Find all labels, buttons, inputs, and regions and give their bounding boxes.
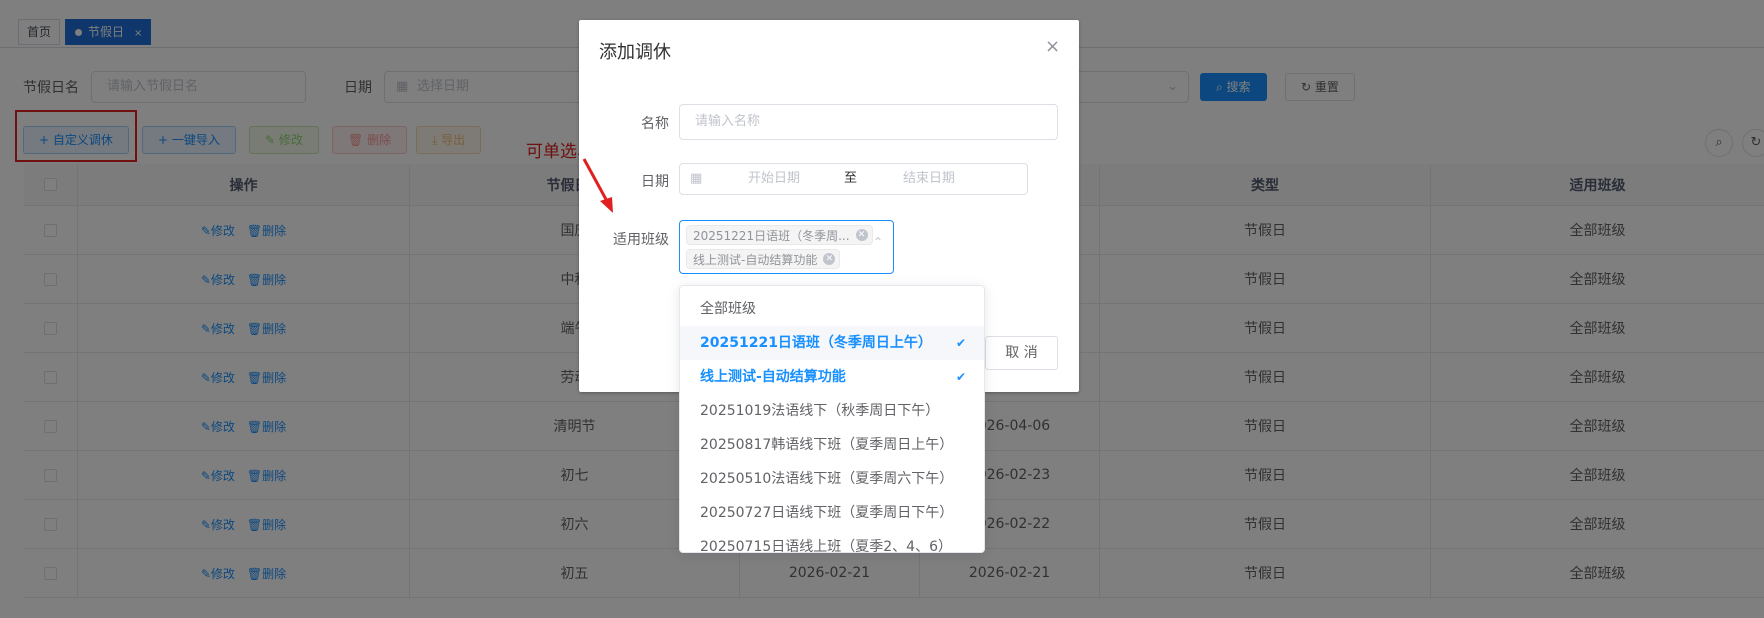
dialog-calendar-icon: ▦ — [690, 171, 703, 186]
dropdown-option[interactable]: 20250817韩语线下班（夏季周日上午） — [680, 428, 984, 462]
dialog-class-label: 适用班级 — [613, 232, 669, 248]
dropdown-option-label: 线上测试-自动结算功能 — [700, 369, 846, 385]
selected-tag: 线上测试-自动结算功能 ✕ — [686, 249, 841, 269]
selected-tag-label: 20251221日语班（冬季周... — [693, 228, 850, 243]
class-dropdown-list: 全部班级 20251221日语班（冬季周日上午） ✔ 线上测试-自动结算功能 ✔ 2025… — [679, 285, 985, 553]
dropdown-option-label: 20250817韩语线下班（夏季周日上午） — [700, 437, 954, 453]
start-date-input[interactable]: 开始日期 — [748, 164, 800, 194]
cancel-button[interactable]: 取 消 — [985, 336, 1058, 370]
selected-tag-label: 线上测试-自动结算功能 — [693, 252, 818, 267]
dropdown-option-label: 全部班级 — [700, 301, 756, 317]
check-icon: ✔ — [955, 370, 966, 384]
chevron-up-icon: ⌃ — [872, 235, 883, 249]
page: 首页 节假日× 节假日名 请输入节假日名 日期 ▦ 选择日期 ⌄ ⌕ 搜索 ↻ … — [0, 0, 1764, 618]
dialog-name-label: 名称 — [641, 116, 669, 132]
close-icon[interactable]: × — [1045, 36, 1060, 57]
dropdown-option[interactable]: 20251019法语线下（秋季周日下午） — [680, 394, 984, 428]
dropdown-option-label: 20250715日语线上班（夏季2、4、6） — [700, 539, 952, 553]
dropdown-option-label: 20251221日语班（冬季周日上午） — [700, 335, 932, 351]
dropdown-option[interactable]: 20250727日语线下班（夏季周日下午） — [680, 496, 984, 530]
class-multi-select[interactable]: 20251221日语班（冬季周... ✕ 线上测试-自动结算功能 ✕ ⌃ — [679, 220, 894, 274]
dialog-title: 添加调休 — [599, 42, 671, 63]
tag-close-icon[interactable]: ✕ — [855, 229, 868, 241]
dialog-date-range[interactable]: ▦ 开始日期 至 结束日期 — [679, 163, 1028, 195]
annotation-arrow-icon — [582, 158, 613, 213]
dropdown-option[interactable]: 全部班级 — [680, 292, 984, 326]
check-icon: ✔ — [955, 336, 966, 350]
dropdown-option[interactable]: 20251221日语班（冬季周日上午） ✔ — [680, 326, 984, 360]
dropdown-option[interactable]: 线上测试-自动结算功能 ✔ — [680, 360, 984, 394]
dialog-name-input[interactable]: 请输入名称 — [679, 104, 1058, 140]
dropdown-option-label: 20251019法语线下（秋季周日下午） — [700, 403, 940, 419]
selected-tag: 20251221日语班（冬季周... ✕ — [686, 225, 873, 245]
dropdown-option[interactable]: 20250715日语线上班（夏季2、4、6） — [680, 530, 984, 553]
dropdown-option-label: 20250727日语线下班（夏季周日下午） — [700, 505, 954, 521]
end-date-input[interactable]: 结束日期 — [903, 164, 955, 194]
dropdown-option-label: 20250510法语线下班（夏季周六下午） — [700, 471, 954, 487]
dropdown-option[interactable]: 20250510法语线下班（夏季周六下午） — [680, 462, 984, 496]
tag-close-icon[interactable]: ✕ — [823, 253, 836, 265]
range-separator: 至 — [844, 171, 858, 186]
